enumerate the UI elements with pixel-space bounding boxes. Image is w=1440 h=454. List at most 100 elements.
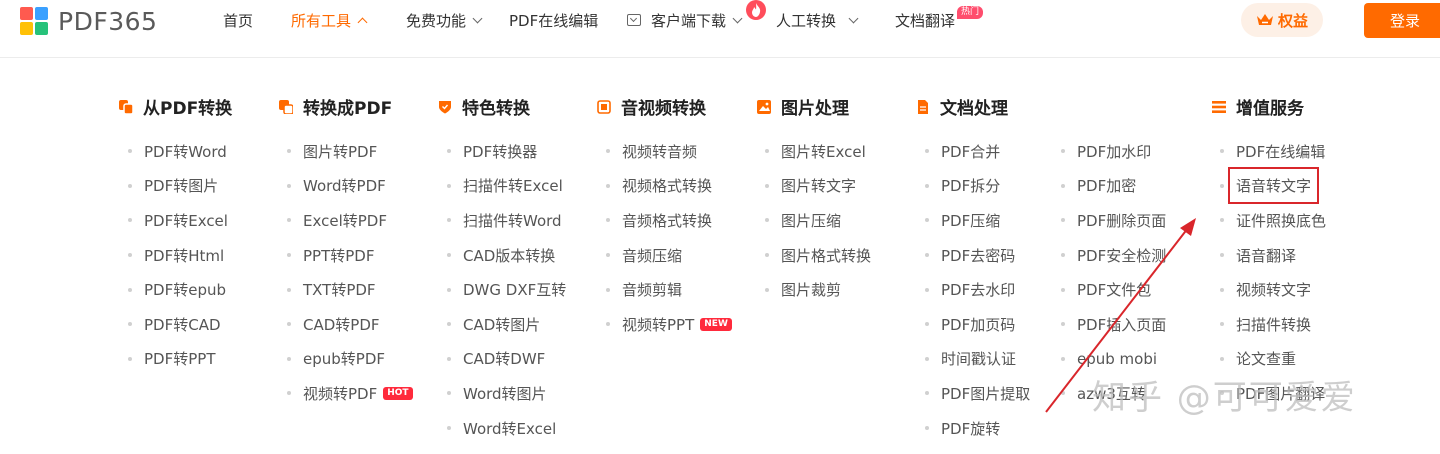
menu-item[interactable]: CAD版本转换 [447,238,566,273]
menu-item[interactable]: PDF图片提取 [925,376,1030,411]
column-heading-label: 图片处理 [781,98,849,119]
bullet-dot-icon [925,149,929,154]
column-heading-label: 文档处理 [940,98,1008,119]
menu-item[interactable]: 扫描件转换 [1220,307,1326,342]
menu-item[interactable]: PDF压缩 [925,203,1030,238]
menu-item[interactable]: PDF安全检测 [1061,238,1166,273]
menu-item-label: 图片压缩 [781,211,842,230]
bullet-dot-icon [447,253,451,258]
nav-pdf-online-edit[interactable]: PDF在线编辑 [509,10,598,30]
bullet-dot-icon [287,287,291,292]
menu-item[interactable]: 图片转Excel [765,134,871,169]
menu-item[interactable]: DWG DXF互转 [447,272,566,307]
menu-item-label: PDF转epub [144,281,227,300]
menu-item[interactable]: PDF转Excel [128,203,228,238]
menu-column-special: PDF转换器 扫描件转Excel 扫描件转Word CAD版本转换 DWG DXF互转 C… [447,134,566,445]
menu-item[interactable]: PDF转换器 [447,134,566,169]
menu-item[interactable]: 图片压缩 [765,203,871,238]
login-button[interactable]: 登录 [1364,3,1440,38]
menu-item-label: CAD转PDF [303,315,380,334]
menu-item[interactable]: PDF旋转 [925,411,1030,446]
menu-item[interactable]: CAD转DWF [447,342,566,377]
menu-item[interactable]: PDF转图片 [128,169,228,204]
download-icon [627,14,641,26]
menu-item[interactable]: PDF转Word [128,134,228,169]
menu-item[interactable]: PDF插入页面 [1061,307,1166,342]
menu-item[interactable]: 视频格式转换 [606,169,732,204]
nav-client-download[interactable]: 客户端下载 [627,10,743,30]
menu-item[interactable]: PDF转CAD [128,307,228,342]
menu-item[interactable]: 图片转文字 [765,169,871,204]
pdf-from-icon [119,99,134,115]
menu-item[interactable]: 图片转PDF [287,134,413,169]
menu-item[interactable]: PDF转Html [128,238,228,273]
menu-item[interactable]: PDF合并 [925,134,1030,169]
menu-item[interactable]: PDF文件包 [1061,272,1166,307]
menu-item[interactable]: PDF去密码 [925,238,1030,273]
menu-item[interactable]: 语音翻译 [1220,238,1326,273]
menu-item[interactable]: TXT转PDF [287,272,413,307]
menu-item[interactable]: 时间戳认证 [925,342,1030,377]
menu-item[interactable]: 图片格式转换 [765,238,871,273]
menu-item[interactable]: PDF图片翻译 [1220,376,1326,411]
menu-item-label: PDF删除页面 [1077,211,1167,230]
logo[interactable]: PDF365 [20,6,157,36]
bullet-dot-icon [925,253,929,258]
bullet-dot-icon [287,183,291,188]
vip-benefits-button[interactable]: 权益 [1241,3,1323,37]
nav-doc-translate-label: 文档翻译 [895,11,956,30]
column-heading-special: 特色转换 [438,95,530,119]
menu-item[interactable]: 论文查重 [1220,342,1326,377]
nav-home[interactable]: 首页 [223,10,253,30]
bullet-dot-icon [925,426,929,431]
nav-manual-convert[interactable]: 人工转换 [776,10,859,30]
nav-free-features[interactable]: 免费功能 [406,10,483,30]
nav-client-download-label: 客户端下载 [651,11,727,30]
nav-all-tools[interactable]: 所有工具 [291,10,368,30]
menu-item[interactable]: azw3互转 [1061,376,1166,411]
menu-item[interactable]: 视频转PDF HOT [287,376,413,411]
menu-item[interactable]: Excel转PDF [287,203,413,238]
menu-item[interactable]: 证件照换底色 [1220,203,1326,238]
bullet-dot-icon [447,322,451,327]
menu-item[interactable]: PDF加密 [1061,169,1166,204]
menu-item[interactable]: PDF加水印 [1061,134,1166,169]
menu-item-label: 论文查重 [1236,350,1297,369]
menu-item[interactable]: CAD转图片 [447,307,566,342]
menu-item[interactable]: PDF转epub [128,272,228,307]
menu-item[interactable]: 视频转文字 [1220,272,1326,307]
menu-item[interactable]: PDF去水印 [925,272,1030,307]
menu-item[interactable]: PDF在线编辑 [1220,134,1326,169]
menu-item[interactable]: 图片裁剪 [765,272,871,307]
menu-item[interactable]: PPT转PDF [287,238,413,273]
menu-item-label: Excel转PDF [303,211,387,230]
menu-item[interactable]: epub转PDF [287,342,413,377]
menu-item[interactable]: 视频转音频 [606,134,732,169]
menu-item[interactable]: 音频剪辑 [606,272,732,307]
menu-item[interactable]: 音频压缩 [606,238,732,273]
nav-doc-translate[interactable]: 文档翻译 [895,10,955,30]
menu-item[interactable]: Word转PDF [287,169,413,204]
bullet-dot-icon [1061,218,1065,223]
menu-item-label: PDF图片提取 [941,384,1031,403]
menu-item[interactable]: 语音转文字 [1220,167,1326,205]
menu-item[interactable]: CAD转PDF [287,307,413,342]
menu-item[interactable]: PDF转PPT [128,342,228,377]
menu-item[interactable]: PDF加页码 [925,307,1030,342]
bullet-dot-icon [1220,183,1224,188]
bullet-dot-icon [128,253,132,258]
bullet-dot-icon [765,287,769,292]
menu-item[interactable]: 扫描件转Excel [447,169,566,204]
menu-item[interactable]: PDF删除页面 [1061,203,1166,238]
menu-item[interactable]: 扫描件转Word [447,203,566,238]
bullet-dot-icon [287,356,291,361]
bullet-dot-icon [287,218,291,223]
menu-item[interactable]: Word转图片 [447,376,566,411]
menu-item[interactable]: Word转Excel [447,411,566,446]
bullet-dot-icon [925,322,929,327]
menu-item-label: 视频转文字 [1236,281,1312,300]
menu-item[interactable]: PDF拆分 [925,169,1030,204]
menu-item[interactable]: 视频转PPT NEW [606,307,732,342]
menu-item[interactable]: 音频格式转换 [606,203,732,238]
menu-item[interactable]: epub mobi [1061,342,1166,377]
